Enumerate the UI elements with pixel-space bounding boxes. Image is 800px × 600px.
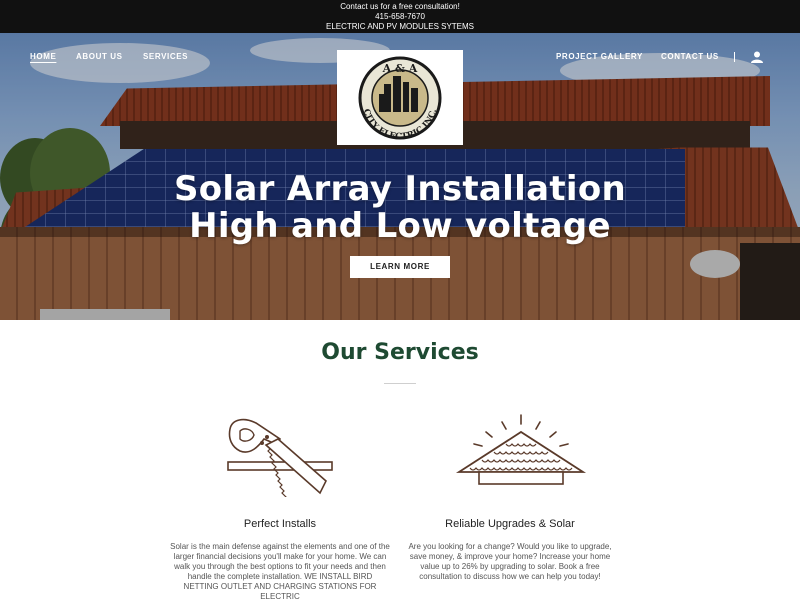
service-title-upgrades: Reliable Upgrades & Solar [445, 518, 575, 530]
hero-title-line-1: Solar Array Installation [173, 169, 626, 209]
roof-icon [455, 414, 587, 485]
heading-divider [384, 383, 416, 384]
service-description-installs: Solar is the main defense against the el… [170, 542, 390, 600]
tagline: ELECTRIC AND PV MODULES SYTEMS [325, 22, 475, 31]
company-logo[interactable]: A & A CITY ELECTRIC INC. [337, 50, 463, 145]
logo-top-text: A & A [382, 62, 418, 75]
nav-services[interactable]: SERVICES [143, 52, 188, 61]
nav-project-gallery[interactable]: PROJECT GALLERY [556, 52, 643, 61]
consultation-text: Contact us for a free consultation! [340, 2, 460, 11]
nav-about-us[interactable]: ABOUT US [76, 52, 123, 61]
user-icon[interactable] [751, 51, 763, 63]
hero-title: Solar Array Installation High and Low vo… [0, 171, 800, 245]
logo-emblem: A & A CITY ELECTRIC INC. [358, 56, 442, 142]
nav-contact-us[interactable]: CONTACT US [661, 52, 719, 61]
announcement-bar: Contact us for a free consultation! 415-… [0, 0, 800, 33]
nav-divider [734, 52, 735, 62]
nav-home[interactable]: HOME [30, 52, 56, 61]
services-heading: Our Services [321, 340, 479, 365]
learn-more-button[interactable]: LEARN MORE [350, 256, 450, 278]
hero-title-line-2: High and Low voltage [189, 206, 611, 246]
service-description-upgrades: Are you looking for a change? Would you … [408, 542, 612, 581]
saw-icon [227, 418, 333, 497]
phone-number[interactable]: 415-658-7670 [0, 12, 800, 22]
service-title-installs: Perfect Installs [243, 518, 317, 530]
